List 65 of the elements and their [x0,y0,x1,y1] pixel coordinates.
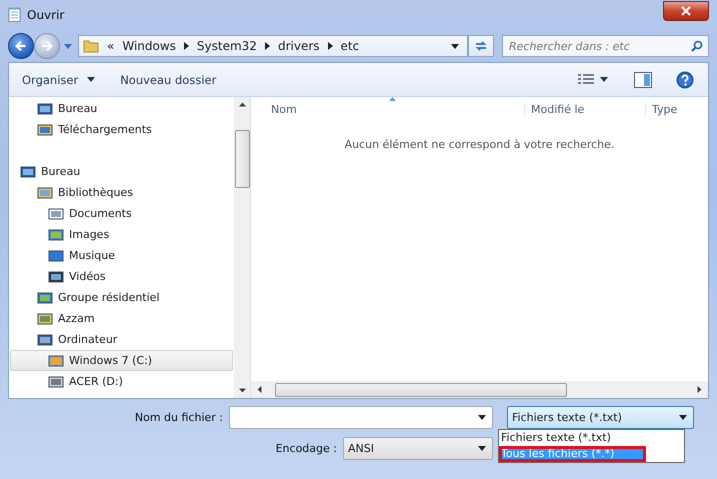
view-list-icon[interactable] [578,74,594,86]
breadcrumb[interactable]: System32 [196,39,257,53]
navigation-item[interactable]: Musique [10,245,233,266]
caret-icon[interactable] [600,77,608,82]
dropdown-caret-icon[interactable] [451,44,459,48]
arrow-left-icon[interactable] [14,39,28,53]
help-icon[interactable] [676,70,694,88]
scroll-down-icon[interactable] [238,387,246,394]
scrollbar-thumb[interactable] [234,130,250,188]
column-header[interactable]: Type [645,102,678,116]
scrollbar-thumb[interactable] [275,382,567,396]
breadcrumb[interactable]: etc [340,39,360,53]
vertical-scrollbar[interactable] [234,97,250,398]
search-icon[interactable] [691,40,703,52]
column-header[interactable]: Nom [251,102,524,116]
breadcrumb-arrow-icon[interactable] [264,42,270,50]
scroll-right-icon[interactable] [696,386,703,393]
dropdown-caret-icon[interactable] [478,415,486,420]
caret-icon[interactable] [87,77,96,82]
navigation-item[interactable]: Vidéos [10,266,233,287]
column-header[interactable]: Modifié le [524,102,645,116]
dropdown-caret-icon[interactable] [679,415,687,420]
empty-message: Aucun élément ne correspond à votre recherche. [344,138,616,151]
navigation-item[interactable]: Groupe résidentiel [10,287,233,308]
close-icon[interactable] [681,6,691,16]
navigation-item[interactable]: ACER (D:) [10,371,233,392]
encoding-dropdown[interactable]: ANSI [343,437,493,460]
navigation-item[interactable]: Ordinateur [10,329,233,350]
breadcrumb[interactable]: drivers [278,39,320,53]
navigation-item[interactable]: Téléchargements [10,119,233,140]
filename-label: Nom du fichier : [134,411,224,424]
breadcrumb[interactable]: Windows [122,39,176,53]
address-bar[interactable]: « Windows System32 drivers etc [78,35,468,57]
scroll-up-icon[interactable] [238,101,246,108]
preview-pane-icon[interactable] [634,72,652,88]
breadcrumb-arrow-icon[interactable] [328,42,333,50]
navigation-item[interactable]: Images [10,224,233,245]
history-caret-icon[interactable] [64,44,72,48]
folder-icon [83,38,99,54]
dropdown-option[interactable]: Fichiers texte (*.txt) [499,430,684,446]
refresh-button[interactable] [468,35,494,57]
window-title: Ouvrir [27,8,64,22]
search-field[interactable]: Rechercher dans : etc [502,35,709,57]
encoding-label: Encodage : [274,442,338,455]
horizontal-scrollbar[interactable] [251,381,708,398]
navigation-item[interactable]: Windows 7 (C:) [10,350,233,371]
breadcrumb-overflow[interactable]: « [107,39,114,53]
scroll-left-icon[interactable] [256,386,263,393]
navigation-item[interactable]: Bureau [10,98,233,119]
filename-field[interactable] [229,406,493,429]
navigation-item[interactable]: Documents [10,203,233,224]
notepad-icon [8,7,21,23]
breadcrumb-arrow-icon[interactable] [184,42,189,50]
desktop-icon [20,164,36,180]
organize-button[interactable]: Organiser [19,70,82,88]
back-button[interactable] [8,33,34,59]
navigation-item[interactable]: Bureau [10,161,233,182]
file-type-dropdown[interactable]: Fichiers texte (*.txt) [507,406,694,429]
new-folder-button[interactable]: Nouveau dossier [117,70,220,88]
sort-arrow-icon [389,97,396,101]
close-button[interactable] [663,1,709,21]
navigation-item[interactable]: Bibliothèques [10,182,233,203]
navigation-item[interactable]: Azzam [10,308,233,329]
dropdown-caret-icon[interactable] [478,446,486,451]
desktop-icon [37,100,53,116]
